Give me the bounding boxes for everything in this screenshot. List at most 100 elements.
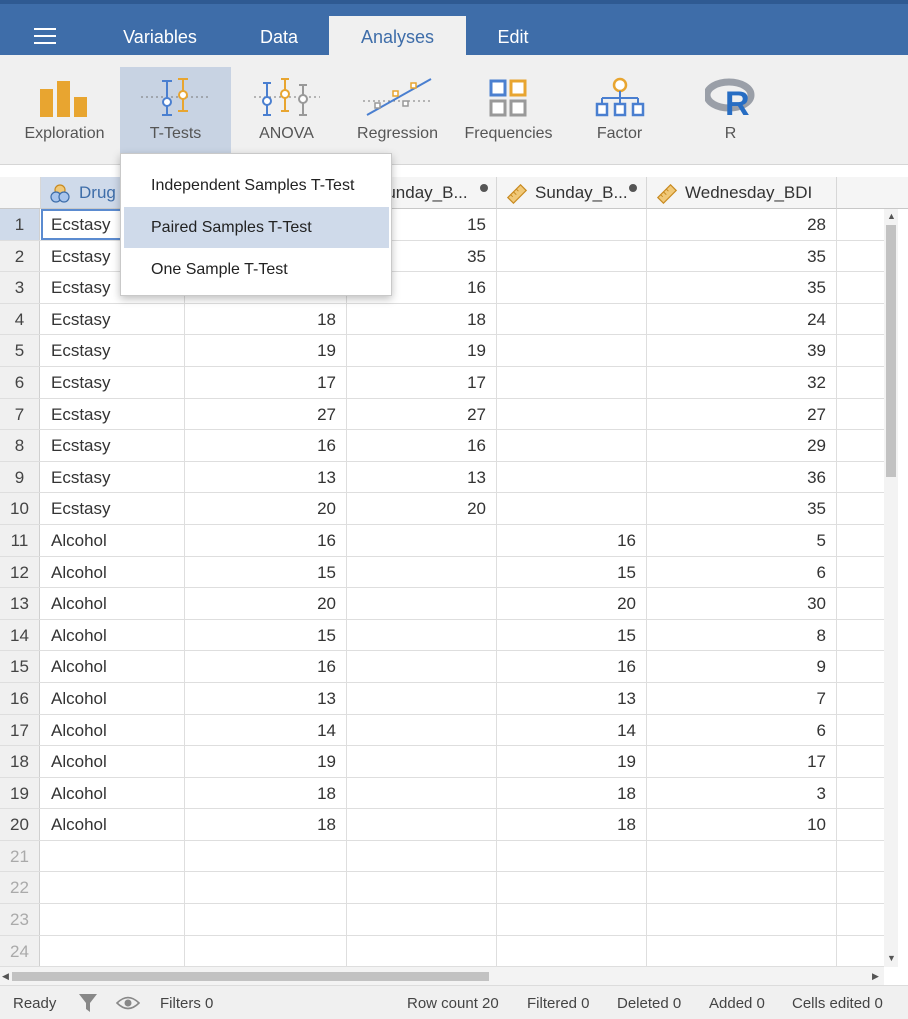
table-cell[interactable] bbox=[497, 209, 647, 240]
row-number[interactable]: 18 bbox=[0, 746, 40, 777]
tab-data[interactable]: Data bbox=[232, 16, 326, 59]
row-number[interactable]: 3 bbox=[0, 272, 40, 303]
table-cell[interactable] bbox=[837, 809, 884, 840]
column-header-empty[interactable] bbox=[837, 177, 908, 209]
table-cell[interactable] bbox=[837, 399, 884, 430]
table-cell[interactable]: 15 bbox=[185, 619, 347, 651]
tab-analyses[interactable]: Analyses bbox=[329, 16, 466, 59]
table-cell[interactable]: 16 bbox=[497, 651, 647, 682]
table-cell[interactable] bbox=[837, 746, 884, 777]
table-cell[interactable] bbox=[347, 904, 497, 935]
table-cell[interactable]: 17 bbox=[347, 366, 497, 398]
table-cell[interactable] bbox=[837, 525, 884, 556]
row-number[interactable]: 19 bbox=[0, 777, 40, 809]
table-cell[interactable]: Ecstasy bbox=[41, 461, 185, 493]
row-number[interactable]: 1 bbox=[0, 209, 40, 240]
table-cell[interactable]: Alcohol bbox=[41, 651, 185, 682]
table-cell[interactable] bbox=[497, 904, 647, 935]
row-number[interactable]: 12 bbox=[0, 556, 40, 588]
table-cell[interactable]: 35 bbox=[647, 272, 837, 303]
table-cell[interactable]: 19 bbox=[185, 746, 347, 777]
table-cell[interactable]: 32 bbox=[647, 366, 837, 398]
table-cell[interactable] bbox=[497, 335, 647, 366]
row-number[interactable]: 24 bbox=[0, 935, 40, 967]
table-cell[interactable]: 20 bbox=[347, 493, 497, 524]
table-cell[interactable] bbox=[837, 683, 884, 714]
table-cell[interactable]: 7 bbox=[647, 682, 837, 714]
table-cell[interactable]: 6 bbox=[647, 714, 837, 746]
tab-variables[interactable]: Variables bbox=[102, 16, 218, 59]
table-cell[interactable] bbox=[347, 524, 497, 556]
table-cell[interactable]: 20 bbox=[497, 588, 647, 619]
table-cell[interactable] bbox=[497, 366, 647, 398]
row-number[interactable]: 16 bbox=[0, 682, 40, 714]
table-cell[interactable]: Alcohol bbox=[41, 556, 185, 588]
table-cell[interactable] bbox=[497, 272, 647, 303]
exploration-button[interactable]: Exploration bbox=[9, 67, 120, 153]
row-number[interactable]: 23 bbox=[0, 904, 40, 935]
table-cell[interactable]: 15 bbox=[497, 619, 647, 651]
filter-icon[interactable] bbox=[78, 992, 98, 1014]
row-number[interactable]: 15 bbox=[0, 651, 40, 682]
eye-icon[interactable] bbox=[116, 995, 140, 1011]
table-cell[interactable] bbox=[497, 461, 647, 493]
table-cell[interactable]: 18 bbox=[347, 303, 497, 335]
row-number[interactable]: 21 bbox=[0, 840, 40, 872]
row-number[interactable]: 7 bbox=[0, 398, 40, 430]
table-cell[interactable]: 16 bbox=[185, 524, 347, 556]
table-cell[interactable] bbox=[837, 272, 884, 303]
table-cell[interactable] bbox=[837, 620, 884, 651]
scroll-right-arrow-icon[interactable]: ▶ bbox=[872, 971, 879, 982]
row-number[interactable]: 22 bbox=[0, 872, 40, 904]
table-cell[interactable] bbox=[497, 398, 647, 430]
table-cell[interactable] bbox=[41, 904, 185, 935]
anova-button[interactable]: ANOVA bbox=[231, 67, 342, 153]
table-cell[interactable] bbox=[837, 936, 884, 967]
table-cell[interactable] bbox=[347, 840, 497, 872]
table-cell[interactable] bbox=[837, 493, 884, 524]
table-cell[interactable] bbox=[837, 557, 884, 588]
row-number[interactable]: 6 bbox=[0, 366, 40, 398]
table-cell[interactable] bbox=[347, 619, 497, 651]
table-cell[interactable]: 29 bbox=[647, 430, 837, 461]
r-button[interactable]: R R bbox=[675, 67, 786, 153]
table-cell[interactable]: 35 bbox=[647, 493, 837, 524]
table-cell[interactable]: Ecstasy bbox=[41, 493, 185, 524]
table-cell[interactable] bbox=[347, 746, 497, 777]
table-cell[interactable]: 18 bbox=[185, 809, 347, 840]
table-cell[interactable]: 13 bbox=[497, 682, 647, 714]
row-number[interactable]: 10 bbox=[0, 493, 40, 524]
table-cell[interactable] bbox=[347, 809, 497, 840]
table-cell[interactable]: 28 bbox=[647, 209, 837, 240]
table-cell[interactable]: Ecstasy bbox=[41, 430, 185, 461]
table-cell[interactable] bbox=[837, 651, 884, 682]
table-cell[interactable] bbox=[497, 872, 647, 904]
table-cell[interactable]: 15 bbox=[185, 556, 347, 588]
table-cell[interactable]: Alcohol bbox=[41, 714, 185, 746]
menu-item-independent-samples-t-test[interactable]: Independent Samples T-Test bbox=[124, 165, 389, 206]
table-cell[interactable] bbox=[837, 715, 884, 746]
table-cell[interactable]: 9 bbox=[647, 651, 837, 682]
table-cell[interactable] bbox=[837, 335, 884, 366]
table-cell[interactable] bbox=[41, 935, 185, 967]
scroll-down-arrow-icon[interactable]: ▼ bbox=[887, 953, 896, 963]
regression-button[interactable]: Regression bbox=[342, 67, 453, 153]
table-cell[interactable] bbox=[837, 904, 884, 935]
table-cell[interactable]: 18 bbox=[185, 303, 347, 335]
row-number[interactable]: 17 bbox=[0, 714, 40, 746]
table-cell[interactable] bbox=[497, 430, 647, 461]
table-cell[interactable]: 19 bbox=[185, 335, 347, 366]
table-cell[interactable] bbox=[41, 840, 185, 872]
table-cell[interactable]: 8 bbox=[647, 619, 837, 651]
table-cell[interactable] bbox=[497, 493, 647, 524]
table-cell[interactable]: 15 bbox=[497, 556, 647, 588]
table-cell[interactable]: Alcohol bbox=[41, 777, 185, 809]
table-cell[interactable] bbox=[837, 304, 884, 335]
table-cell[interactable]: 27 bbox=[647, 398, 837, 430]
table-cell[interactable]: 14 bbox=[185, 714, 347, 746]
table-cell[interactable]: 16 bbox=[497, 524, 647, 556]
table-cell[interactable] bbox=[647, 935, 837, 967]
horizontal-scrollbar[interactable]: ◀ ▶ bbox=[0, 967, 884, 985]
table-cell[interactable]: Alcohol bbox=[41, 682, 185, 714]
table-cell[interactable]: 27 bbox=[185, 398, 347, 430]
